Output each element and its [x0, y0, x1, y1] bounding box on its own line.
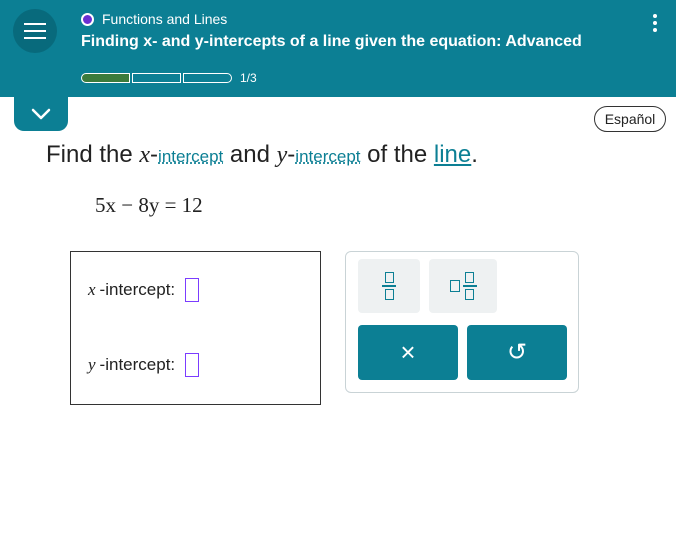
x-variable: x	[139, 142, 151, 168]
math-keypad: × ↺	[345, 251, 579, 393]
hamburger-icon	[24, 30, 46, 32]
answer-box: x -intercept: y -intercept:	[70, 251, 321, 405]
undo-button[interactable]: ↺	[467, 325, 567, 380]
fraction-button[interactable]	[358, 259, 420, 313]
y-intercept-label: -intercept:	[99, 355, 176, 374]
progress-segment	[81, 73, 130, 83]
chevron-down-icon	[31, 108, 51, 120]
page-title: Finding x- and y-intercepts of a line gi…	[81, 33, 582, 50]
x-intercept-input[interactable]	[185, 278, 200, 302]
hamburger-icon	[24, 23, 46, 25]
more-options-button[interactable]	[640, 8, 670, 38]
undo-icon: ↺	[506, 339, 528, 366]
kebab-dot-icon	[653, 14, 657, 18]
kebab-dot-icon	[653, 28, 657, 32]
y-variable: y	[88, 355, 96, 374]
intercept-link[interactable]: intercept	[295, 147, 360, 166]
close-icon: ×	[400, 337, 416, 367]
x-intercept-label: -intercept:	[99, 280, 176, 299]
progress-count: 1/3	[240, 71, 257, 85]
intercept-link[interactable]: intercept	[158, 147, 223, 166]
prompt-text: -	[150, 141, 159, 168]
language-button[interactable]: Español	[594, 106, 666, 132]
clear-button[interactable]: ×	[358, 325, 458, 380]
line-link[interactable]: line	[434, 141, 471, 168]
question-prompt: Find the x-intercept and y-intercept of …	[46, 141, 478, 169]
collapse-tab[interactable]	[14, 97, 68, 131]
topic-label: Functions and Lines	[102, 11, 228, 27]
prompt-text: .	[471, 141, 478, 168]
y-variable: y	[276, 142, 288, 168]
prompt-text: of the	[360, 141, 434, 168]
x-intercept-row: x -intercept:	[88, 278, 200, 302]
kebab-dot-icon	[653, 21, 657, 25]
topic: Functions and Lines	[81, 11, 227, 27]
progress-segment	[132, 73, 181, 83]
hamburger-icon	[24, 37, 46, 39]
y-intercept-input[interactable]	[185, 353, 200, 377]
prompt-text: Find the	[46, 141, 140, 168]
mixed-number-icon	[449, 272, 477, 300]
progress-segment	[183, 73, 232, 83]
fraction-icon	[382, 272, 396, 300]
header-bar: Functions and Lines Finding x- and y-int…	[0, 0, 676, 97]
prompt-text: and	[223, 141, 277, 168]
menu-button[interactable]	[13, 9, 57, 53]
x-variable: x	[88, 280, 96, 299]
topic-dot-icon	[81, 12, 94, 26]
equation: 5x − 8y = 12	[95, 193, 203, 217]
progress-bar: 1/3	[81, 71, 257, 85]
y-intercept-row: y -intercept:	[88, 353, 200, 377]
mixed-number-button[interactable]	[429, 259, 497, 313]
